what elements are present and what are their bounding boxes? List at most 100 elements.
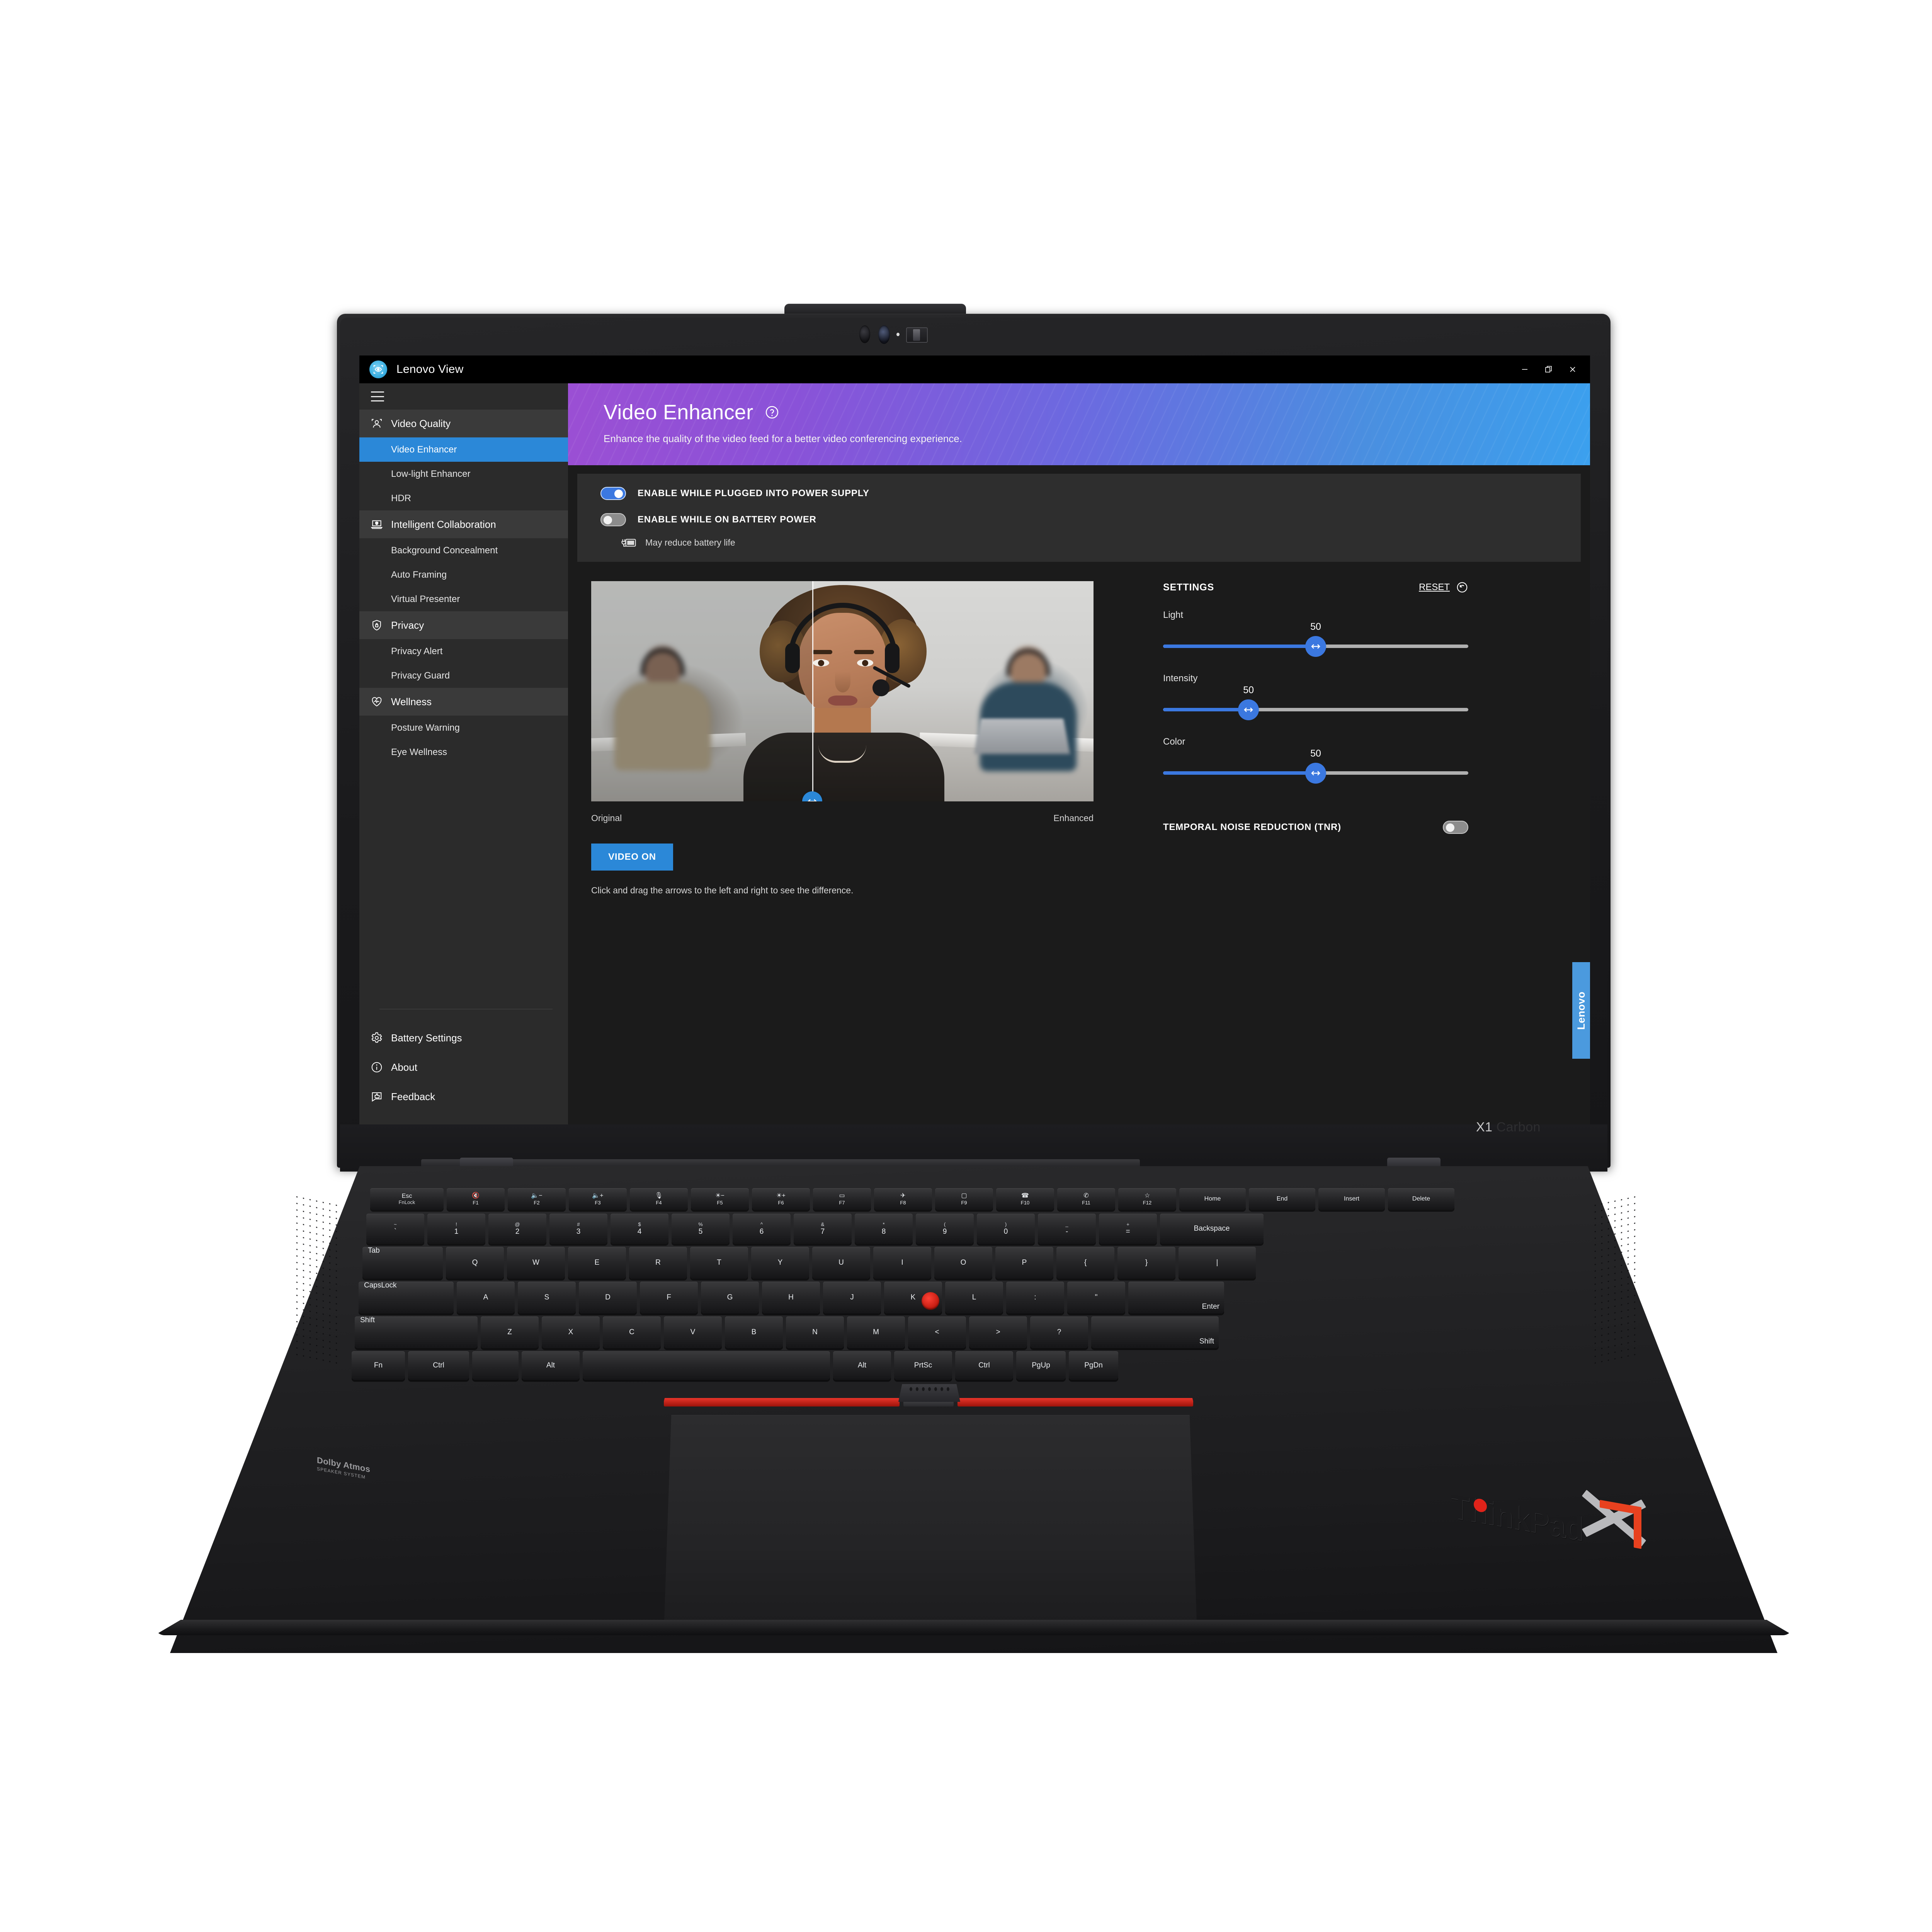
key-9[interactable]: (9 [916, 1214, 974, 1244]
key-pgup[interactable]: PgUp [1016, 1351, 1066, 1380]
key-ctrl[interactable]: Ctrl [408, 1351, 469, 1380]
key-enter[interactable]: Enter [1128, 1282, 1224, 1313]
key-star-icon[interactable]: ☆ F12 [1118, 1188, 1176, 1210]
key-display-switch-icon[interactable]: ▭ F7 [813, 1188, 871, 1210]
key-brightness-down-icon[interactable]: ☀− F5 [691, 1188, 749, 1210]
key-d[interactable]: D [579, 1282, 637, 1313]
reset-button[interactable]: RESET [1419, 581, 1468, 594]
enable-while-battery-toggle[interactable] [600, 513, 626, 526]
video-preview[interactable] [591, 581, 1094, 801]
key-shift[interactable]: Shift [355, 1316, 478, 1348]
key--[interactable]: : [1006, 1282, 1064, 1313]
key-e[interactable]: E [568, 1247, 626, 1279]
sidebar-group-privacy[interactable]: Privacy [359, 611, 568, 639]
sidebar-item-posture-warning[interactable]: Posture Warning [359, 716, 568, 740]
trackpoint-button-right[interactable] [957, 1398, 1193, 1406]
restore-icon[interactable] [1537, 355, 1561, 383]
key--[interactable]: ~ ` [366, 1214, 424, 1244]
key-3[interactable]: #3 [549, 1214, 607, 1244]
key-end[interactable]: End [1249, 1188, 1315, 1210]
sidebar-item-about[interactable]: About [359, 1053, 568, 1082]
key--[interactable]: < [908, 1316, 966, 1348]
key-g[interactable]: G [701, 1282, 759, 1313]
key-s[interactable]: S [518, 1282, 576, 1313]
trackpoint-button-left[interactable] [664, 1398, 900, 1406]
key-1[interactable]: ! 1 [427, 1214, 485, 1244]
key-z[interactable]: Z [481, 1316, 539, 1348]
key-win[interactable] [472, 1351, 519, 1380]
key-t[interactable]: T [690, 1247, 748, 1279]
key-4[interactable]: $4 [611, 1214, 668, 1244]
key-8[interactable]: * 8 [855, 1214, 913, 1244]
key-2[interactable]: @2 [488, 1214, 546, 1244]
help-circle-icon[interactable] [764, 405, 780, 420]
slider-color-thumb[interactable] [1305, 763, 1326, 784]
key-6[interactable]: ^ 6 [733, 1214, 791, 1244]
key--[interactable]: { [1056, 1247, 1114, 1279]
key-airplane-icon[interactable]: ✈ F8 [874, 1188, 932, 1210]
slider-intensity-thumb[interactable] [1238, 699, 1259, 720]
key-call-end-icon[interactable]: ✆ F11 [1057, 1188, 1115, 1210]
key--[interactable]: _ - [1038, 1214, 1096, 1244]
trackpoint-nub[interactable] [922, 1292, 939, 1310]
key-0[interactable]: ) 0 [977, 1214, 1035, 1244]
key-ctrl[interactable]: Ctrl [955, 1351, 1013, 1380]
key-fn[interactable]: Fn [352, 1351, 405, 1380]
key-o[interactable]: O [934, 1247, 992, 1279]
key-m[interactable]: M [847, 1316, 905, 1348]
key-f[interactable]: F [640, 1282, 698, 1313]
key-insert[interactable]: Insert [1318, 1188, 1385, 1210]
key-brightness-up-icon[interactable]: ☀+ F6 [752, 1188, 810, 1210]
video-on-button[interactable]: VIDEO ON [591, 844, 673, 871]
lenovo-side-tab[interactable]: Lenovo [1572, 962, 1590, 1059]
enable-while-plugged-toggle[interactable] [600, 487, 626, 500]
sidebar-item-background-concealment[interactable]: Background Concealment [359, 538, 568, 563]
sidebar-item-hdr[interactable]: HDR [359, 486, 568, 510]
slider-light-thumb[interactable] [1305, 636, 1326, 657]
key--[interactable]: | [1179, 1247, 1256, 1279]
key--[interactable]: " [1067, 1282, 1125, 1313]
key-volume-up-icon[interactable]: 🔈+ F3 [569, 1188, 627, 1210]
key-u[interactable]: U [812, 1247, 870, 1279]
key-home[interactable]: Home [1179, 1188, 1246, 1210]
key-backspace[interactable]: Backspace [1160, 1214, 1264, 1244]
sidebar-group-intelligent-collaboration[interactable]: Intelligent Collaboration [359, 510, 568, 538]
trackpoint-middle-button[interactable] [898, 1384, 960, 1402]
key-alt[interactable]: Alt [833, 1351, 891, 1380]
sidebar-item-privacy-alert[interactable]: Privacy Alert [359, 639, 568, 663]
slider-intensity-track[interactable] [1163, 708, 1468, 711]
key--[interactable]: } [1117, 1247, 1175, 1279]
key-mic-mute-icon[interactable]: 🎙 F4 [630, 1188, 688, 1210]
key-h[interactable]: H [762, 1282, 820, 1313]
key-call-answer-icon[interactable]: ☎ F10 [996, 1188, 1054, 1210]
close-icon[interactable] [1561, 355, 1585, 383]
minimize-icon[interactable] [1513, 355, 1537, 383]
tnr-toggle[interactable] [1443, 821, 1468, 834]
key--[interactable]: ? [1030, 1316, 1088, 1348]
key-5[interactable]: % 5 [672, 1214, 730, 1244]
key-b[interactable]: B [725, 1316, 783, 1348]
key-esc[interactable]: Esc FnLock [370, 1188, 444, 1210]
key--[interactable]: > [969, 1316, 1027, 1348]
sidebar-item-auto-framing[interactable]: Auto Framing [359, 563, 568, 587]
key-i[interactable]: I [873, 1247, 931, 1279]
sidebar-item-low-light-enhancer[interactable]: Low-light Enhancer [359, 462, 568, 486]
key-pgdn[interactable]: PgDn [1069, 1351, 1118, 1380]
sidebar-item-privacy-guard[interactable]: Privacy Guard [359, 663, 568, 688]
key-v[interactable]: V [664, 1316, 722, 1348]
key-x[interactable]: X [542, 1316, 600, 1348]
sidebar-group-wellness[interactable]: Wellness [359, 688, 568, 716]
key-r[interactable]: R [629, 1247, 687, 1279]
key-q[interactable]: Q [446, 1247, 504, 1279]
key-tab[interactable]: Tab [362, 1247, 443, 1279]
trackpad[interactable] [664, 1415, 1197, 1631]
key-j[interactable]: J [823, 1282, 881, 1313]
key-notification-icon[interactable]: ▢ F9 [935, 1188, 993, 1210]
key-mute-icon[interactable]: 🔇 F1 [447, 1188, 505, 1210]
key-shift[interactable]: Shift [1091, 1316, 1219, 1348]
key-alt[interactable]: Alt [522, 1351, 580, 1380]
privacy-shutter-icon[interactable] [906, 327, 928, 343]
key-p[interactable]: P [995, 1247, 1053, 1279]
key-l[interactable]: L [945, 1282, 1003, 1313]
hamburger-menu-icon[interactable] [359, 383, 568, 410]
